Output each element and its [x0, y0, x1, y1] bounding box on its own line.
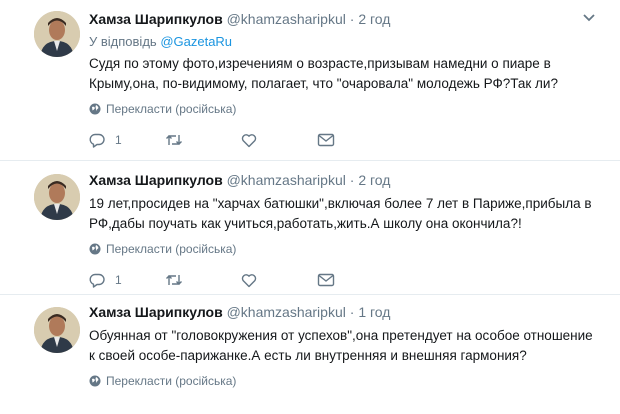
- tweet-header: Хамза Шарипкулов @khamzasharipkul · 2 го…: [89, 171, 600, 189]
- avatar-image: [34, 307, 80, 353]
- tweet-header: Хамза Шарипкулов @khamzasharipkul · 1 го…: [89, 303, 600, 321]
- message-icon: [317, 273, 335, 287]
- translate-link[interactable]: Перекласти (російська): [89, 101, 600, 117]
- reply-prefix: У відповідь: [89, 34, 157, 49]
- globe-icon: [89, 375, 101, 387]
- retweet-button[interactable]: [165, 273, 241, 287]
- avatar[interactable]: [34, 307, 80, 353]
- timestamp[interactable]: 2 год: [358, 172, 390, 188]
- direct-message-button[interactable]: [317, 273, 393, 287]
- author-name[interactable]: Хамза Шарипкулов: [89, 304, 223, 320]
- direct-message-button[interactable]: [317, 133, 393, 147]
- reply-mention-link[interactable]: @GazetaRu: [160, 34, 232, 49]
- reply-icon: [89, 273, 105, 288]
- heart-icon: [241, 273, 257, 287]
- message-icon: [317, 133, 335, 147]
- author-handle[interactable]: @khamzasharipkul: [227, 11, 346, 27]
- author-handle[interactable]: @khamzasharipkul: [227, 304, 346, 320]
- tweet[interactable]: Хамза Шарипкулов @khamzasharipkul · 2 го…: [0, 0, 620, 160]
- globe-icon: [89, 243, 101, 255]
- reply-count: 1: [115, 273, 122, 287]
- author-name[interactable]: Хамза Шарипкулов: [89, 172, 223, 188]
- separator: ·: [349, 11, 355, 27]
- avatar[interactable]: [34, 11, 80, 57]
- reply-context: У відповідь @GazetaRu: [89, 33, 600, 50]
- retweet-icon: [166, 135, 182, 145]
- translate-label[interactable]: Перекласти (російська): [106, 101, 236, 117]
- reply-button[interactable]: 1: [89, 273, 165, 288]
- tweet[interactable]: Хамза Шарипкулов @khamzasharipkul · 1 го…: [0, 295, 620, 414]
- heart-icon: [241, 133, 257, 147]
- timestamp[interactable]: 1 год: [358, 304, 390, 320]
- translate-link[interactable]: Перекласти (російська): [89, 241, 600, 257]
- reply-button[interactable]: 1: [89, 133, 165, 148]
- avatar[interactable]: [34, 174, 80, 220]
- tweet-header: Хамза Шарипкулов @khamzasharipkul · 2 го…: [89, 10, 600, 28]
- translate-label[interactable]: Перекласти (російська): [106, 241, 236, 257]
- separator: ·: [349, 172, 355, 188]
- like-button[interactable]: [241, 133, 317, 148]
- author-name[interactable]: Хамза Шарипкулов: [89, 11, 223, 27]
- tweet[interactable]: Хамза Шарипкулов @khamzasharipkul · 2 го…: [0, 161, 620, 294]
- globe-icon: [89, 103, 101, 115]
- retweet-button[interactable]: [165, 133, 241, 147]
- avatar-image: [34, 174, 80, 220]
- tweet-text: Судя по этому фото,изречениям о возрасте…: [89, 56, 558, 91]
- timestamp[interactable]: 2 год: [358, 11, 390, 27]
- like-button[interactable]: [241, 273, 317, 288]
- translate-link[interactable]: Перекласти (російська): [89, 373, 600, 389]
- tweet-actions: 1: [89, 130, 600, 150]
- reply-count: 1: [115, 133, 122, 147]
- avatar-image: [34, 11, 80, 57]
- reply-icon: [89, 133, 105, 148]
- separator: ·: [349, 304, 355, 320]
- translate-label[interactable]: Перекласти (російська): [106, 373, 236, 389]
- tweet-actions: 1: [89, 270, 600, 290]
- author-handle[interactable]: @khamzasharipkul: [227, 172, 346, 188]
- tweet-text: Обуянная от "головокружения от успехов",…: [89, 328, 593, 363]
- tweet-text: 19 лет,просидев на "харчах батюшки",вклю…: [89, 196, 592, 231]
- chevron-down-icon[interactable]: [582, 13, 596, 23]
- retweet-icon: [166, 275, 182, 285]
